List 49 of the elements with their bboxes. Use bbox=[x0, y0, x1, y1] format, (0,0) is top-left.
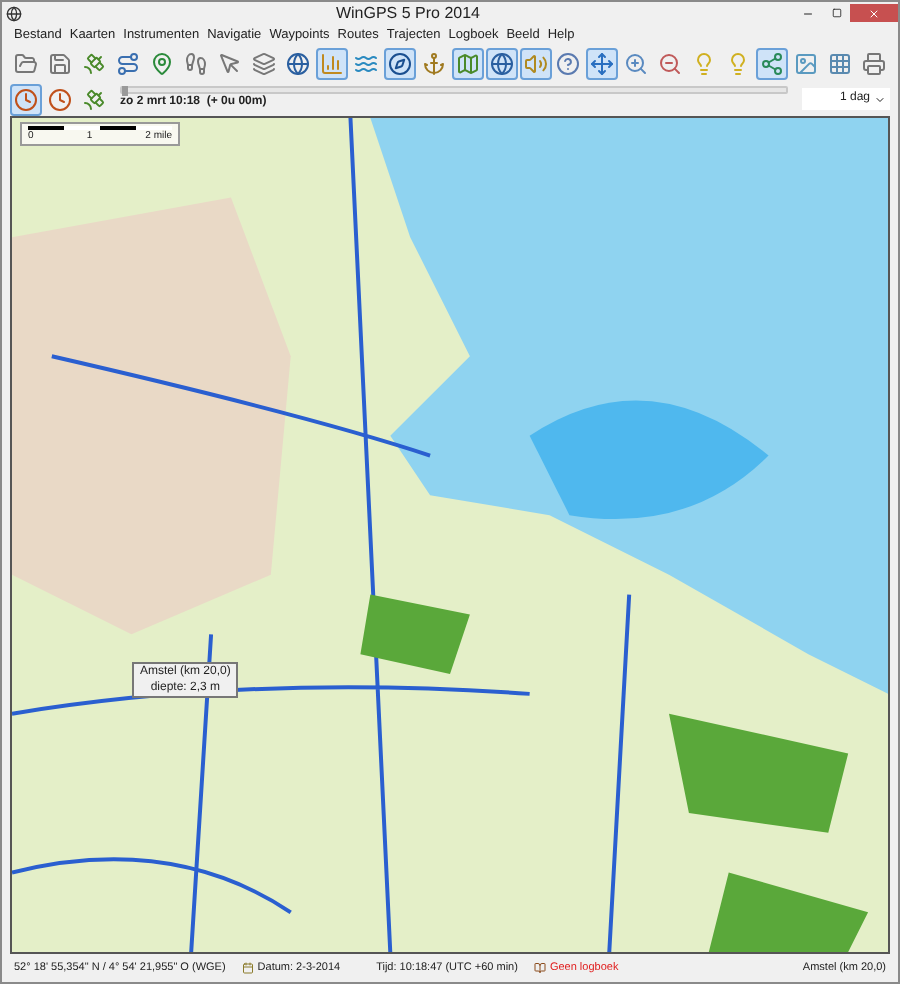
compass-icon bbox=[387, 52, 412, 76]
globe-icon bbox=[285, 52, 310, 76]
calendar-icon bbox=[241, 962, 254, 974]
minimize-icon bbox=[802, 7, 814, 19]
toolbar-button[interactable] bbox=[586, 48, 619, 80]
satellite-icon bbox=[81, 52, 106, 76]
pointer-icon bbox=[217, 52, 242, 76]
toolbar-button[interactable] bbox=[485, 48, 518, 80]
maximize-icon bbox=[831, 8, 841, 18]
pin-icon bbox=[149, 52, 174, 76]
move-icon bbox=[590, 52, 615, 76]
satellite-icon bbox=[82, 87, 106, 111]
speaker-icon bbox=[523, 52, 548, 76]
zoom-out-icon bbox=[658, 52, 683, 76]
zoom-in-icon bbox=[624, 52, 649, 76]
image-icon bbox=[794, 52, 819, 76]
clock-icon bbox=[14, 87, 38, 111]
toolbar-button[interactable] bbox=[451, 48, 484, 80]
help-icon bbox=[556, 52, 581, 76]
window-title: WinGPS 5 Pro 2014 bbox=[333, 2, 483, 25]
close-icon bbox=[868, 7, 880, 19]
toolbar-button[interactable] bbox=[247, 48, 280, 80]
waves-icon bbox=[353, 52, 378, 76]
grid-icon bbox=[828, 52, 853, 76]
folder-icon bbox=[13, 52, 38, 76]
share-icon bbox=[760, 52, 785, 76]
map-icon bbox=[455, 52, 480, 76]
clock-icon bbox=[48, 87, 72, 111]
globe-icon bbox=[489, 52, 514, 76]
toolbar-button[interactable] bbox=[383, 48, 416, 80]
layers-icon bbox=[251, 52, 276, 76]
footprints-icon bbox=[183, 52, 208, 76]
toolbar-button[interactable] bbox=[281, 48, 314, 80]
app-icon bbox=[6, 5, 22, 21]
route-icon bbox=[115, 52, 140, 76]
bulb-icon bbox=[692, 52, 717, 76]
toolbar-button[interactable] bbox=[44, 83, 76, 115]
toolbar-button[interactable] bbox=[553, 48, 585, 80]
timeline-thumb[interactable] bbox=[122, 86, 128, 96]
bar-chart-icon bbox=[319, 52, 344, 76]
caret-icon bbox=[874, 93, 886, 105]
book-icon bbox=[533, 962, 546, 974]
toolbar-button[interactable] bbox=[10, 83, 42, 115]
bulb-icon bbox=[726, 52, 751, 76]
toolbar-button[interactable] bbox=[756, 48, 789, 80]
save-icon bbox=[47, 52, 72, 76]
anchor-icon bbox=[421, 52, 446, 76]
print-icon bbox=[862, 52, 887, 76]
toolbar-button[interactable] bbox=[858, 48, 891, 80]
